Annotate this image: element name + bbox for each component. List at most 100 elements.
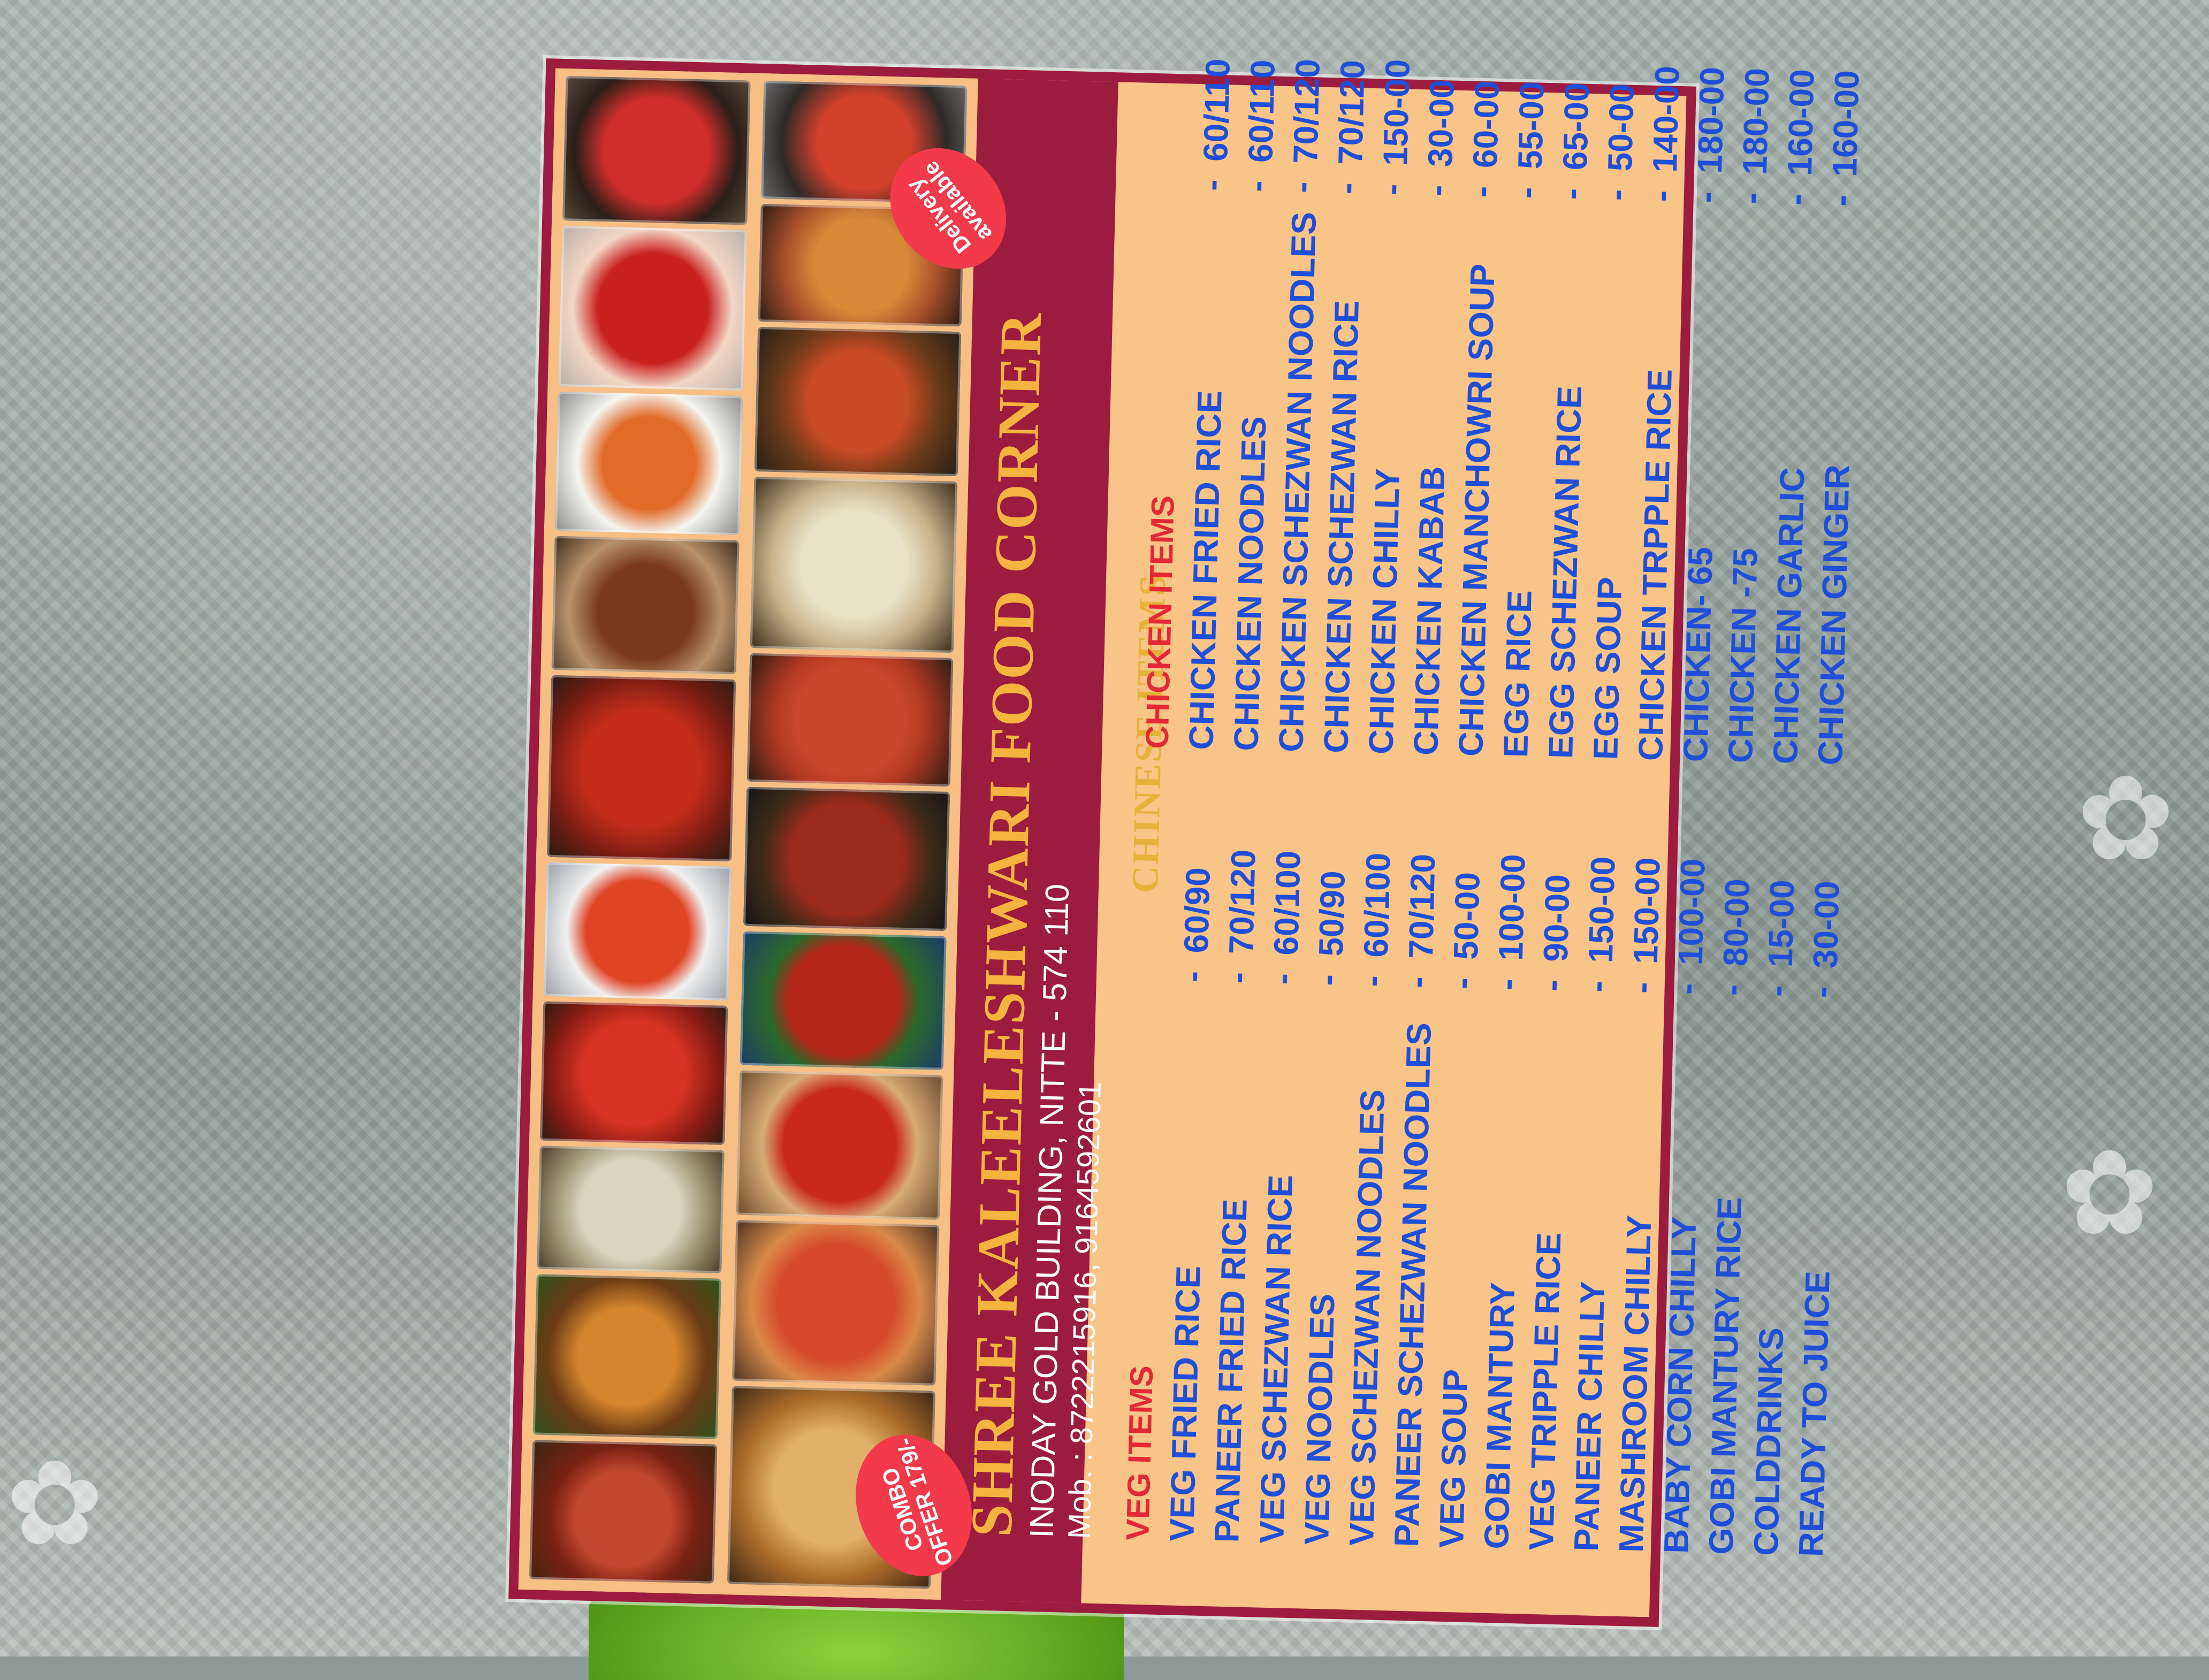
item-price: 60/100 [1356, 852, 1398, 958]
item-name: VEG SCHEZWAN RICE [1252, 1174, 1300, 1544]
item-name: CHICKEN KABAB [1406, 465, 1452, 756]
item-separator: - [1712, 983, 1751, 996]
item-price: 150-00 [1376, 58, 1417, 166]
item-price: 60/100 [1266, 850, 1308, 956]
item-price: 150-00 [1626, 857, 1667, 965]
item-separator: - [1487, 978, 1527, 991]
item-separator: - [1596, 188, 1636, 201]
item-price: 70/120 [1286, 58, 1327, 164]
item-price: 70/120 [1331, 59, 1372, 165]
veg-menu-list: VEG FRIED RICE - 60/90 PANEER FRIED RICE - 7… [1162, 792, 1854, 1557]
food-photo [554, 391, 743, 536]
item-name: CHICKEN FRIED RICE [1182, 390, 1229, 751]
item-price: 70/120 [1401, 853, 1443, 959]
menu-card: SHREE KALEELESHWARI FOOD CORNER INODAY G… [508, 58, 1867, 1627]
item-name: PANEER CHILLY [1566, 1280, 1612, 1552]
food-photo [551, 536, 740, 675]
item-name: EGG SOUP [1586, 576, 1629, 760]
item-name: VEG TRIPPLE RICE [1521, 1232, 1568, 1551]
tablecloth-flower-icon: ✿ [5, 1438, 104, 1569]
item-separator: - [1352, 975, 1392, 988]
item-name: EGG RICE [1496, 590, 1539, 758]
item-separator: - [1237, 180, 1276, 193]
item-name: READY TO JUICE [1791, 1270, 1837, 1557]
tablecloth-flower-icon: ✿ [2076, 753, 2175, 884]
item-separator: - [1641, 189, 1681, 203]
item-price: 100-00 [1671, 858, 1712, 966]
item-separator: - [1172, 970, 1212, 983]
item-separator: - [1551, 187, 1591, 200]
item-price: 60/90 [1177, 867, 1217, 954]
item-name: BABY CORN CHILLY [1656, 1216, 1704, 1554]
item-separator: - [1686, 191, 1726, 204]
item-price: 90-00 [1536, 874, 1577, 963]
food-photo [740, 931, 947, 1070]
item-name: CHICKEN NOODLES [1227, 415, 1274, 752]
item-separator: - [1397, 976, 1437, 989]
item-separator: - [1802, 986, 1841, 998]
item-separator: - [1821, 194, 1860, 207]
item-separator: - [1217, 972, 1257, 984]
food-photo [529, 1440, 718, 1584]
item-separator: - [1731, 192, 1771, 205]
item-price: 100-00 [1491, 853, 1533, 961]
item-price: 65-00 [1555, 82, 1596, 171]
item-price: 180-00 [1690, 66, 1732, 174]
food-photo [754, 326, 962, 477]
food-photo [532, 1274, 721, 1439]
item-name: VEG FRIED RICE [1162, 1265, 1208, 1542]
item-price: 50-00 [1446, 872, 1487, 960]
item-separator: - [1461, 185, 1501, 198]
chicken-menu-list: CHICKEN FRIED RICE - 60/110 CHICKEN NOODLE… [1181, 58, 1871, 766]
item-separator: - [1442, 977, 1482, 990]
tablecloth-flower-icon: ✿ [2060, 1127, 2159, 1259]
food-photo [736, 1070, 943, 1220]
chicken-section-title: CHICKEN ITEMS [1139, 495, 1181, 750]
item-name: GOBI MANTURY [1476, 1281, 1522, 1550]
food-photo [732, 1220, 940, 1386]
food-photo [750, 476, 958, 653]
item-price: 30-00 [1421, 79, 1462, 167]
item-price: 60-00 [1466, 80, 1507, 169]
item-separator: - [1757, 984, 1796, 997]
food-photo [743, 786, 950, 931]
item-separator: - [1622, 981, 1661, 994]
food-photo [537, 1146, 725, 1273]
item-separator: - [1776, 193, 1816, 206]
item-price: 60/110 [1196, 58, 1237, 162]
item-separator: - [1262, 973, 1302, 986]
item-price: 30-00 [1806, 880, 1847, 969]
item-separator: - [1327, 182, 1366, 195]
item-price: 15-00 [1761, 879, 1802, 968]
item-price: 180-00 [1735, 67, 1777, 175]
item-price: 160-00 [1825, 70, 1867, 178]
item-separator: - [1416, 184, 1456, 197]
item-price: 50/90 [1311, 870, 1352, 957]
item-name: CHICKEN GARLIC [1765, 467, 1812, 765]
food-photo [558, 226, 747, 391]
item-name: CHICKEN GINGER [1810, 464, 1857, 766]
item-name: VEG SOUP [1431, 1369, 1475, 1549]
food-photo [562, 76, 751, 225]
food-photo [547, 675, 736, 862]
veg-section-title: VEG ITEMS [1119, 1365, 1160, 1541]
item-price: 160-00 [1780, 68, 1822, 177]
item-name: GOBI MANTURY RICE [1701, 1196, 1749, 1555]
item-separator: - [1577, 980, 1616, 993]
item-name: MASHROOM CHILLY [1611, 1215, 1659, 1553]
item-price: 150-00 [1581, 856, 1623, 964]
item-name: EGG SCHEZWAN RICE [1541, 385, 1589, 759]
item-price: 50-00 [1600, 83, 1641, 172]
item-name: CHICKEN -75 [1721, 547, 1765, 763]
item-price: 60/110 [1241, 59, 1282, 163]
item-separator: - [1307, 974, 1347, 987]
item-name: CHICKEN- 65 [1676, 546, 1720, 762]
item-separator: - [1282, 181, 1321, 194]
item-name: COLDDRINKS [1746, 1327, 1791, 1556]
item-separator: - [1506, 186, 1546, 199]
item-price: 70/120 [1221, 849, 1263, 955]
item-name: VEG NOODLES [1297, 1293, 1342, 1546]
item-name: PANEER FRIED RICE [1207, 1198, 1254, 1543]
item-separator: - [1532, 979, 1571, 992]
item-price: 80-00 [1716, 878, 1757, 967]
